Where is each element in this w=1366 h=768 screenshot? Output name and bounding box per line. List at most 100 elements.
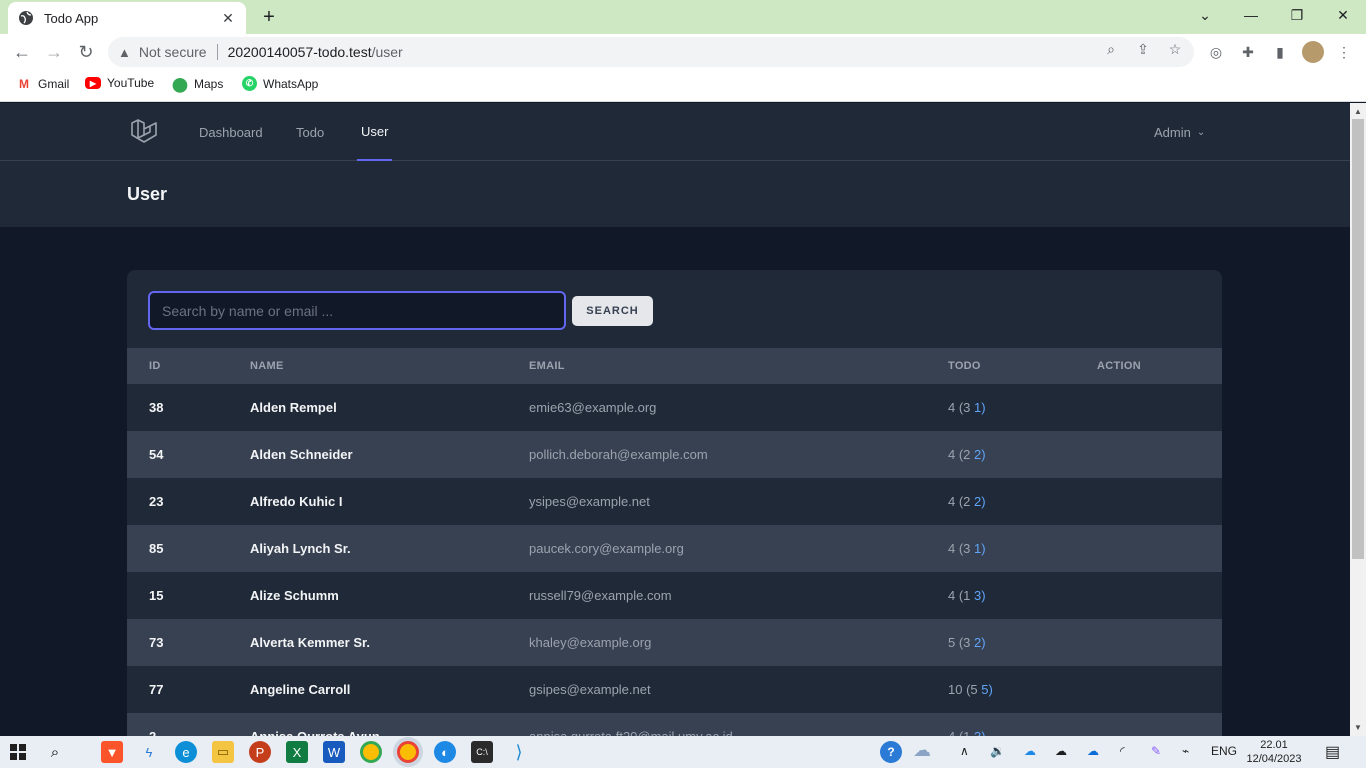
column-header-id: ID [149,360,161,372]
todo-done-count: 1) [974,400,986,415]
nav-link-dashboard[interactable]: Dashboard [199,103,263,161]
column-header-todo: TODO [948,360,981,372]
onedrive-icon[interactable]: ☁ [1087,744,1099,758]
extensions-puzzle-icon[interactable]: ✚ [1238,42,1258,62]
vscode-icon[interactable]: ⟩ [508,741,530,763]
chevron-up-icon[interactable]: ∧ [960,744,969,758]
todo-done-count: 2) [974,447,986,462]
app-blue-icon[interactable]: ◐ [434,741,456,763]
menu-dots-icon[interactable]: ⋮ [1334,42,1354,62]
scroll-up-icon[interactable]: ▲ [1350,104,1366,118]
todo-done-count: 2) [974,635,986,650]
table-row: 77 Angeline Carroll gsipes@example.net 10 (… [127,666,1222,713]
browser-tab-strip: Todo App ✕ + ⌄ — ❐ ✕ [0,0,1366,34]
notifications-icon[interactable]: ▤ [1325,742,1340,762]
close-window-icon[interactable]: ✕ [1321,4,1365,26]
excel-icon[interactable]: X [286,741,308,763]
battery-plug-icon[interactable]: ⌁ [1182,744,1189,758]
share-icon[interactable]: ⇪ [1134,40,1152,58]
bookmark-youtube[interactable]: ▶ YouTube [85,76,154,90]
extension-ring-icon[interactable]: ◎ [1206,42,1226,62]
search-input[interactable] [148,291,566,330]
clock-time: 22.01 [1260,739,1288,751]
todo-count: 4 (1 [948,588,971,603]
todo-done-count: 5) [981,682,993,697]
side-panel-icon[interactable]: ▮ [1270,42,1290,62]
edge-browser-icon[interactable]: e [175,741,197,763]
pen-icon[interactable]: ✎ [1151,744,1161,758]
cell-name: Alden Rempel [250,400,337,415]
windows-start-icon[interactable] [7,741,29,763]
minimize-icon[interactable]: — [1229,4,1273,26]
tab-search-chevron-icon[interactable]: ⌄ [1183,4,1227,26]
nav-link-todo[interactable]: Todo [296,103,324,161]
cell-name: Aliyah Lynch Sr. [250,541,351,556]
cell-id: 54 [149,447,164,462]
todo-count: 4 (2 [948,447,971,462]
cloud-sync-error-icon[interactable]: ☁ [1024,744,1036,758]
app-viewport: Dashboard Todo User Admin ⌄ User SEARCH … [0,103,1350,736]
volume-icon[interactable]: 🔉 [990,744,1005,758]
cell-id: 2 [149,713,156,736]
cell-name: Angeline Carroll [250,682,351,697]
close-tab-icon[interactable]: ✕ [220,10,236,26]
cell-name: Alverta Kemmer Sr. [250,635,370,650]
scroll-down-icon[interactable]: ▼ [1350,720,1366,734]
search-button[interactable]: SEARCH [572,296,653,326]
lightning-app-icon[interactable]: ϟ [138,741,160,763]
weather-cloud-icon[interactable]: ☁ [913,740,931,761]
chrome-icon[interactable] [360,741,382,763]
cell-email: gsipes@example.net [529,682,651,697]
table-row: 15 Alize Schumm russell79@example.com 4 (1 … [127,572,1222,619]
cell-email: annisa.qurrota.ft20@mail.umy.ac.id [529,713,733,736]
cell-todo: 5 (3 2) [948,619,986,666]
wifi-icon[interactable]: ◜ [1120,744,1125,758]
powerpoint-icon[interactable]: P [249,741,271,763]
nav-link-user[interactable]: User [357,103,393,161]
profile-avatar[interactable] [1302,41,1324,63]
back-icon[interactable]: ← [11,41,33,63]
file-explorer-icon[interactable]: ▭ [212,741,234,763]
todo-done-count: 2) [974,494,986,509]
restore-icon[interactable]: ❐ [1275,4,1319,26]
table-row: 2 Annisa Qurrota Ayun annisa.qurrota.ft20@… [127,713,1222,736]
cell-name: Annisa Qurrota Ayun [250,713,380,736]
cell-todo: 4 (1 3) [948,572,986,619]
bookmarks-bar: M Gmail ▶ YouTube ⬤ Maps ✆ WhatsApp [0,70,1366,102]
scrollbar-thumb[interactable] [1352,119,1364,559]
bookmark-gmail[interactable]: M Gmail [16,76,69,92]
reload-icon[interactable]: ↻ [75,41,97,63]
chevron-down-icon: ⌄ [1196,126,1206,138]
url-text: 20200140057-todo.test/user [227,44,403,60]
help-icon[interactable]: ? [880,741,902,763]
cell-todo: 10 (5 5) [948,666,993,713]
user-menu-label: Admin [1154,124,1191,140]
user-menu[interactable]: Admin ⌄ [1154,103,1205,161]
cloud-status-icon[interactable]: ☁ [1055,744,1067,758]
laravel-logo-icon[interactable] [128,116,160,148]
page-scrollbar[interactable]: ▲ ▼ [1350,103,1366,736]
cell-id: 38 [149,400,164,415]
language-indicator[interactable]: ENG [1211,744,1237,758]
todo-count: 5 (3 [948,635,971,650]
bookmark-maps[interactable]: ⬤ Maps [172,76,223,92]
browser-toolbar: ← → ↻ ▲ Not secure 20200140057-todo.test… [0,34,1366,70]
clock[interactable]: 22.01 12/04/2023 [1236,738,1312,766]
cell-todo: 4 (2 2) [948,431,986,478]
search-icon[interactable]: ⌕ [44,741,66,763]
terminal-icon[interactable]: C:\ [471,741,493,763]
brave-browser-icon[interactable]: ▼ [101,741,123,763]
address-bar[interactable]: ▲ Not secure 20200140057-todo.test/user [108,37,1194,67]
zoom-icon[interactable]: ⌕ [1102,40,1120,58]
cell-id: 23 [149,494,164,509]
browser-tab[interactable]: Todo App ✕ [8,2,246,34]
todo-done-count: 1) [974,541,986,556]
bookmark-whatsapp[interactable]: ✆ WhatsApp [242,76,318,91]
word-icon[interactable]: W [323,741,345,763]
cell-email: pollich.deborah@example.com [529,447,708,462]
new-tab-button[interactable]: + [258,6,280,28]
chrome-active-icon[interactable] [397,741,419,763]
forward-icon[interactable]: → [43,41,65,63]
column-header-email: EMAIL [529,360,565,372]
bookmark-star-icon[interactable]: ☆ [1166,40,1184,58]
